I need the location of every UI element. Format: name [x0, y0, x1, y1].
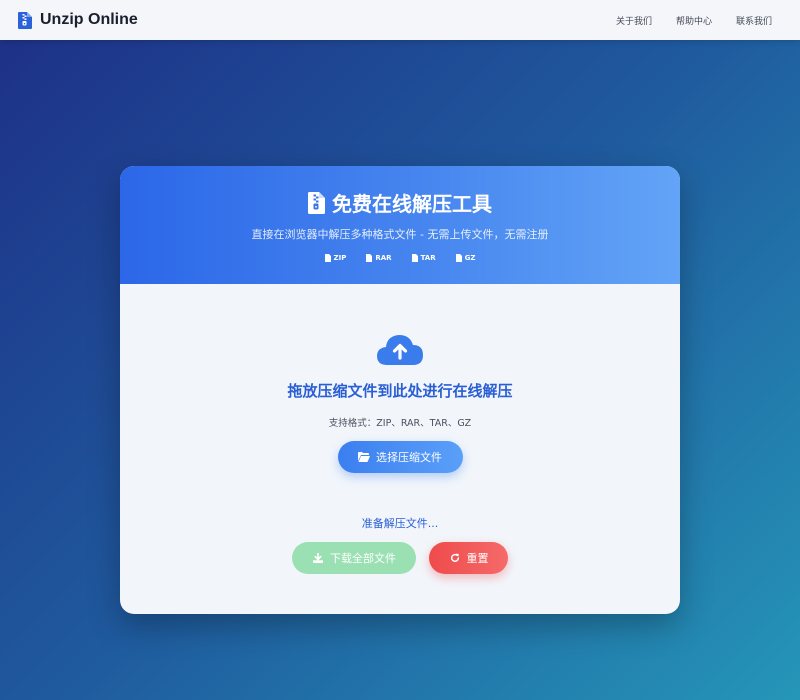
top-navbar: Unzip Online 关于我们 帮助中心 联系我们 [0, 0, 800, 40]
format-label: GZ [464, 254, 476, 262]
reset-button[interactable]: 重置 [429, 542, 508, 574]
file-icon [366, 254, 373, 262]
page-subtitle: 直接在浏览器中解压多种格式文件 - 无需上传文件，无需注册 [251, 228, 549, 241]
download-all-label: 下载全部文件 [330, 552, 396, 565]
nav-link-about[interactable]: 关于我们 [616, 14, 652, 27]
file-icon [324, 254, 331, 262]
status-text: 准备解压文件... [361, 517, 439, 530]
nav-link-contact[interactable]: 联系我们 [736, 14, 772, 27]
file-icon [411, 254, 418, 262]
folder-open-icon [358, 452, 370, 462]
drop-title: 拖放压缩文件到此处进行在线解压 [287, 382, 513, 400]
format-label: RAR [375, 254, 392, 262]
nav-links: 关于我们 帮助中心 联系我们 [616, 14, 772, 27]
format-label: TAR [420, 254, 436, 262]
supported-formats: 支持格式：ZIP、RAR、TAR、GZ [328, 418, 472, 429]
reset-label: 重置 [466, 552, 489, 565]
page-title: 免费在线解压工具 [332, 192, 492, 216]
zip-file-icon [18, 11, 32, 29]
download-icon [313, 553, 323, 563]
cloud-upload-icon [377, 335, 423, 365]
format-badge-gz: GZ [455, 254, 476, 262]
title-row: 免费在线解压工具 [308, 188, 492, 217]
format-badges: ZIP RAR TAR GZ [324, 254, 476, 262]
refresh-icon [450, 553, 459, 562]
drop-zone[interactable]: 拖放压缩文件到此处进行在线解压 支持格式：ZIP、RAR、TAR、GZ 选择压缩… [120, 284, 680, 574]
nav-link-help[interactable]: 帮助中心 [676, 14, 712, 27]
select-file-button[interactable]: 选择压缩文件 [337, 441, 463, 473]
select-file-label: 选择压缩文件 [376, 451, 442, 464]
brand[interactable]: Unzip Online [18, 11, 138, 29]
card-header: 免费在线解压工具 直接在浏览器中解压多种格式文件 - 无需上传文件，无需注册 Z… [120, 166, 680, 284]
brand-name: Unzip Online [40, 11, 138, 28]
zip-file-icon [308, 191, 325, 214]
format-badge-rar: RAR [366, 254, 392, 262]
file-icon [455, 254, 462, 262]
format-label: ZIP [333, 254, 347, 262]
unzip-card: 免费在线解压工具 直接在浏览器中解压多种格式文件 - 无需上传文件，无需注册 Z… [120, 166, 680, 614]
download-all-button[interactable]: 下载全部文件 [292, 542, 416, 574]
action-buttons: 下载全部文件 重置 [292, 542, 508, 574]
format-badge-tar: TAR [411, 254, 436, 262]
format-badge-zip: ZIP [324, 254, 347, 262]
